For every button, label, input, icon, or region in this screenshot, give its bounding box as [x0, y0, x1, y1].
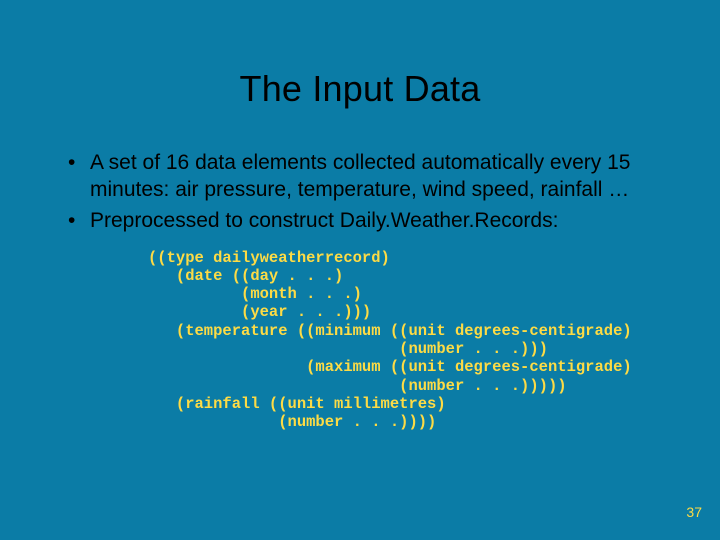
- code-block: ((type dailyweatherrecord) (date ((day .…: [60, 239, 660, 432]
- slide-title: The Input Data: [0, 0, 720, 110]
- bullet-list: A set of 16 data elements collected auto…: [60, 150, 660, 235]
- list-item: Preprocessed to construct Daily.Weather.…: [60, 208, 660, 235]
- slide: The Input Data A set of 16 data elements…: [0, 0, 720, 540]
- slide-body: A set of 16 data elements collected auto…: [0, 110, 720, 431]
- list-item: A set of 16 data elements collected auto…: [60, 150, 660, 204]
- page-number: 37: [686, 504, 702, 520]
